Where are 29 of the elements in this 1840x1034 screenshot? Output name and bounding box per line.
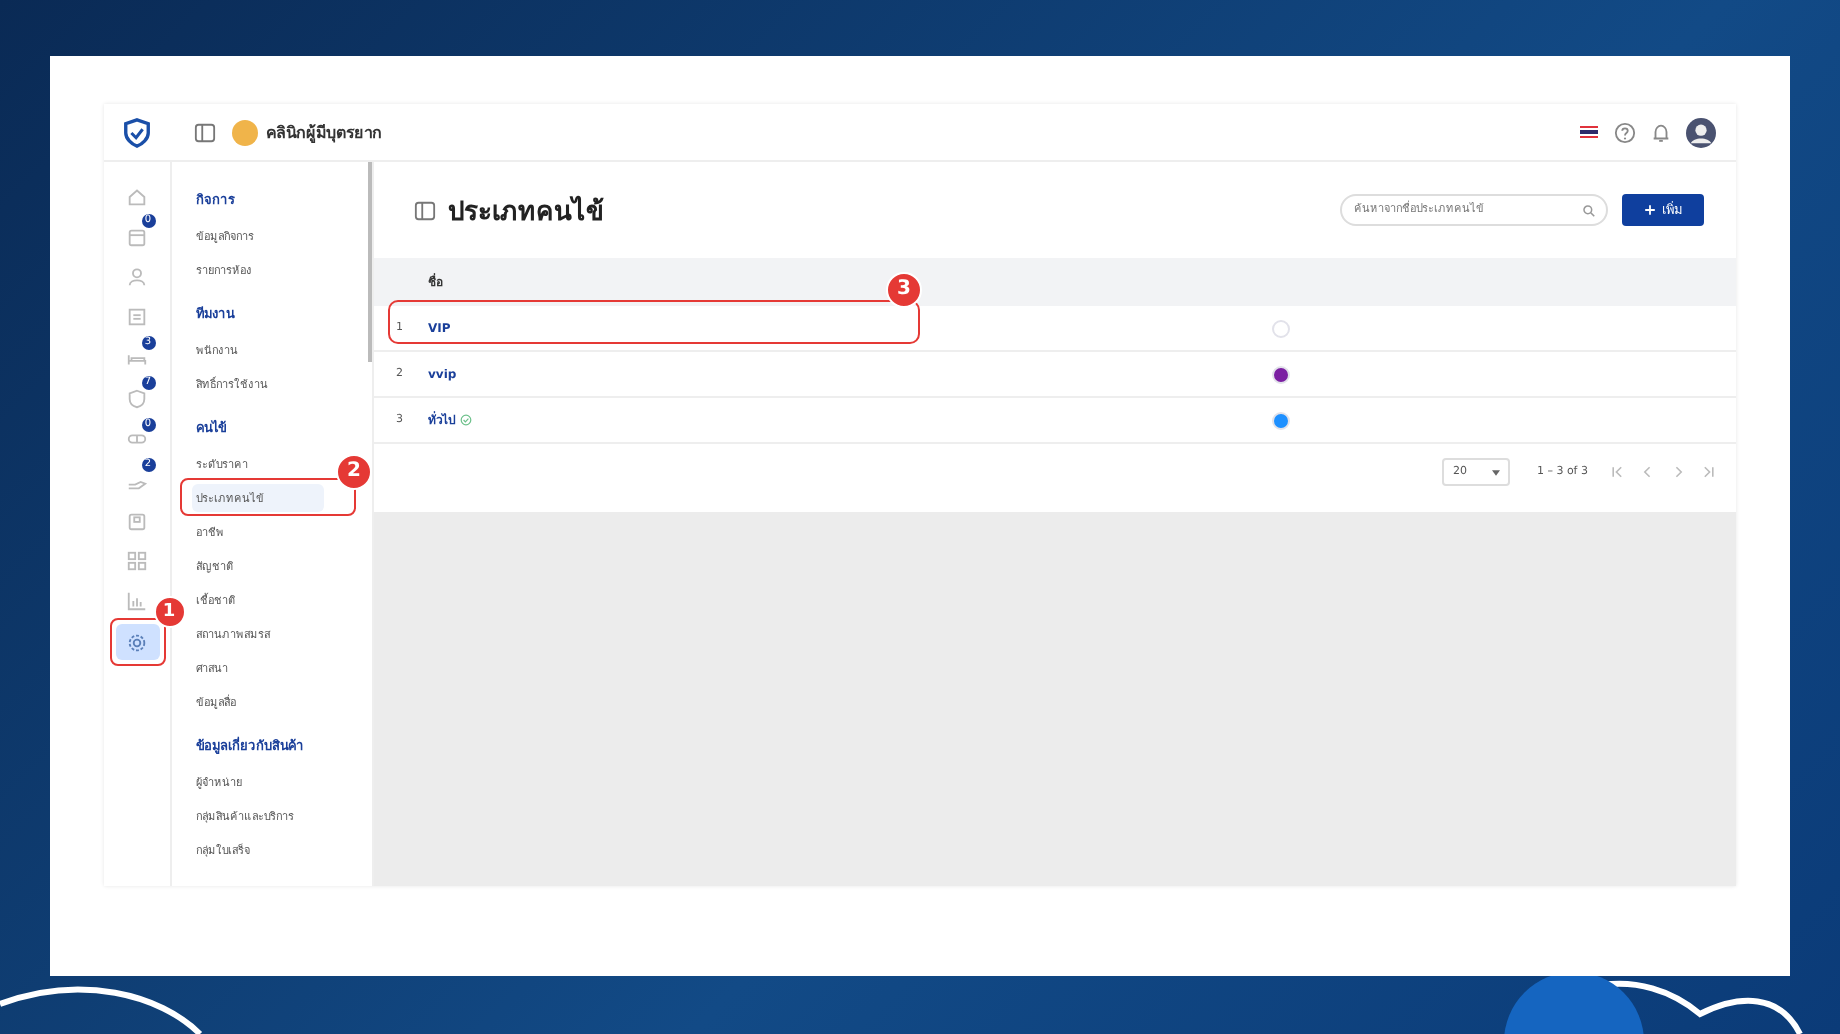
chart-icon (126, 590, 148, 613)
user-avatar-icon[interactable] (1686, 117, 1716, 147)
previous-page-icon[interactable] (1640, 464, 1656, 480)
nav-rail-button[interactable] (115, 624, 159, 661)
shield-icon (126, 387, 148, 410)
home-icon (126, 185, 148, 207)
clinic-avatar-icon (232, 119, 258, 145)
bell-icon[interactable] (1650, 121, 1672, 143)
gear-icon (126, 631, 148, 654)
search-icon (1582, 203, 1596, 217)
shield-logo-icon (122, 117, 152, 147)
step-marker: 1 (153, 596, 185, 629)
sidebar-toggle-icon[interactable] (194, 121, 216, 143)
page-title: ประเภทคนไข้ (448, 193, 604, 231)
box-icon (126, 509, 148, 532)
help-icon[interactable] (1614, 121, 1636, 143)
panel-icon (414, 199, 436, 221)
caret-icon (1492, 469, 1501, 475)
document-icon (126, 306, 148, 329)
person-icon (126, 266, 148, 289)
clinic-name: คลินิกผู้มีบุตรยาก (266, 121, 382, 145)
first-page-icon[interactable] (1610, 464, 1626, 480)
step-marker: 2 (336, 454, 372, 490)
plus-icon (1644, 204, 1656, 216)
next-page-icon[interactable] (1670, 464, 1686, 480)
calendar-icon (126, 225, 148, 248)
grid-icon (126, 550, 148, 573)
flag-icon[interactable] (1580, 126, 1598, 138)
last-page-icon[interactable] (1700, 464, 1716, 480)
